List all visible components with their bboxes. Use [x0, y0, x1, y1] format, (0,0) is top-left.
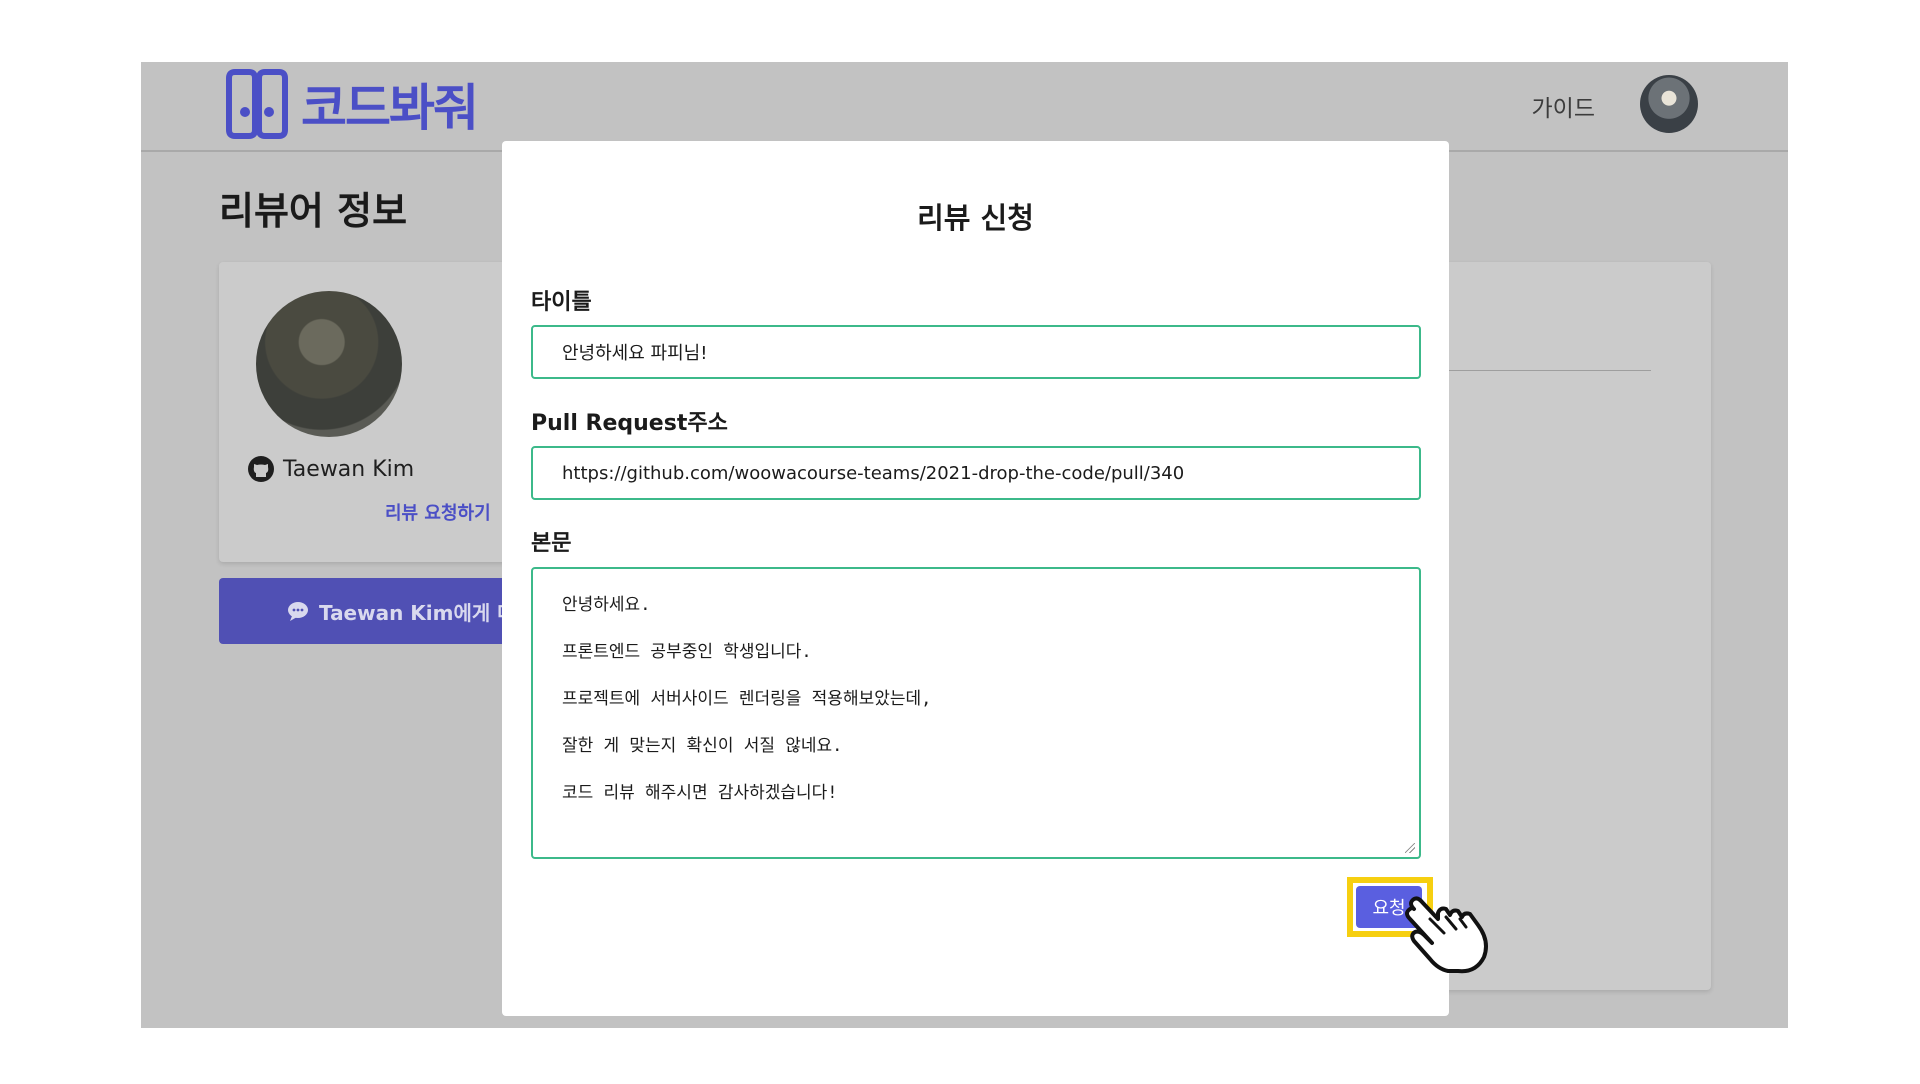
- body-textarea[interactable]: 안녕하세요. 프론트엔드 공부중인 학생입니다. 프로젝트에 서버사이드 렌더링…: [531, 567, 1421, 859]
- top-header: 코드봐줘 가이드: [141, 62, 1788, 152]
- chat-bubble-icon: [288, 602, 308, 621]
- logo-icon: [226, 69, 288, 139]
- pr-url-label: Pull Request주소: [531, 411, 728, 436]
- github-icon: [248, 456, 274, 482]
- logo-text: 코드봐줘: [301, 79, 479, 137]
- body-line: 프론트엔드 공부중인 학생입니다.: [562, 642, 812, 662]
- reviewer-avatar: [256, 291, 402, 437]
- title-input-value: 안녕하세요 파피님!: [562, 343, 708, 364]
- github-name-row[interactable]: Taewan Kim: [247, 455, 414, 483]
- logo[interactable]: 코드봐줘: [221, 68, 479, 140]
- modal-title: 리뷰 신청: [917, 201, 1034, 235]
- hand-pointer-icon: [1405, 896, 1488, 974]
- body-line: 프로젝트에 서버사이드 렌더링을 적용해보았는데,: [562, 689, 932, 709]
- page-title: 리뷰어 정보: [219, 189, 408, 233]
- guide-link[interactable]: 가이드: [1532, 89, 1595, 123]
- review-request-link[interactable]: 리뷰 요청하기: [385, 499, 491, 525]
- review-list-card: [1441, 262, 1711, 990]
- body-label: 본문: [531, 531, 572, 556]
- title-input[interactable]: 안녕하세요 파피님!: [531, 325, 1421, 379]
- user-avatar[interactable]: [1640, 75, 1698, 133]
- reviewer-name: Taewan Kim: [283, 456, 415, 482]
- review-request-modal: 리뷰 신청 타이틀 안녕하세요 파피님! Pull Request주소 http…: [502, 141, 1488, 1016]
- title-label: 타이틀: [531, 290, 592, 315]
- body-line: 코드 리뷰 해주시면 감사하겠습니다!: [562, 783, 838, 803]
- pr-url-input-value: https://github.com/woowacourse-teams/202…: [562, 462, 1185, 484]
- body-line: 잘한 게 맞는지 확신이 서질 않네요.: [562, 736, 843, 756]
- pr-url-input[interactable]: https://github.com/woowacourse-teams/202…: [531, 446, 1421, 500]
- textarea-resize-handle[interactable]: [1405, 843, 1415, 853]
- body-line: 안녕하세요.: [562, 595, 651, 615]
- divider: [1441, 370, 1651, 371]
- reviewer-profile-card: Taewan Kim 리뷰 요청하기: [219, 262, 599, 562]
